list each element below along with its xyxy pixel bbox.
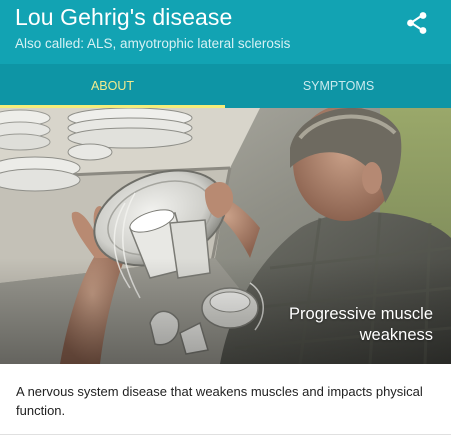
share-icon-graphic	[407, 12, 427, 34]
page-subtitle: Also called: ALS, amyotrophic lateral sc…	[15, 36, 291, 51]
share-icon[interactable]	[404, 10, 430, 36]
tab-symptoms[interactable]: Symptoms	[226, 64, 451, 108]
disease-card: Lou Gehrig's disease Also called: ALS, a…	[0, 0, 451, 438]
tab-bar: About Symptoms	[0, 64, 451, 108]
page-title: Lou Gehrig's disease	[15, 4, 233, 30]
disease-description: A nervous system disease that weakens mu…	[16, 384, 423, 418]
divider	[0, 434, 451, 435]
tab-about[interactable]: About	[0, 64, 225, 108]
hero-illustration: Progressive muscle weakness	[0, 108, 451, 364]
hero-caption: Progressive muscle weakness	[289, 305, 433, 344]
card-header: Lou Gehrig's disease Also called: ALS, a…	[0, 0, 451, 64]
